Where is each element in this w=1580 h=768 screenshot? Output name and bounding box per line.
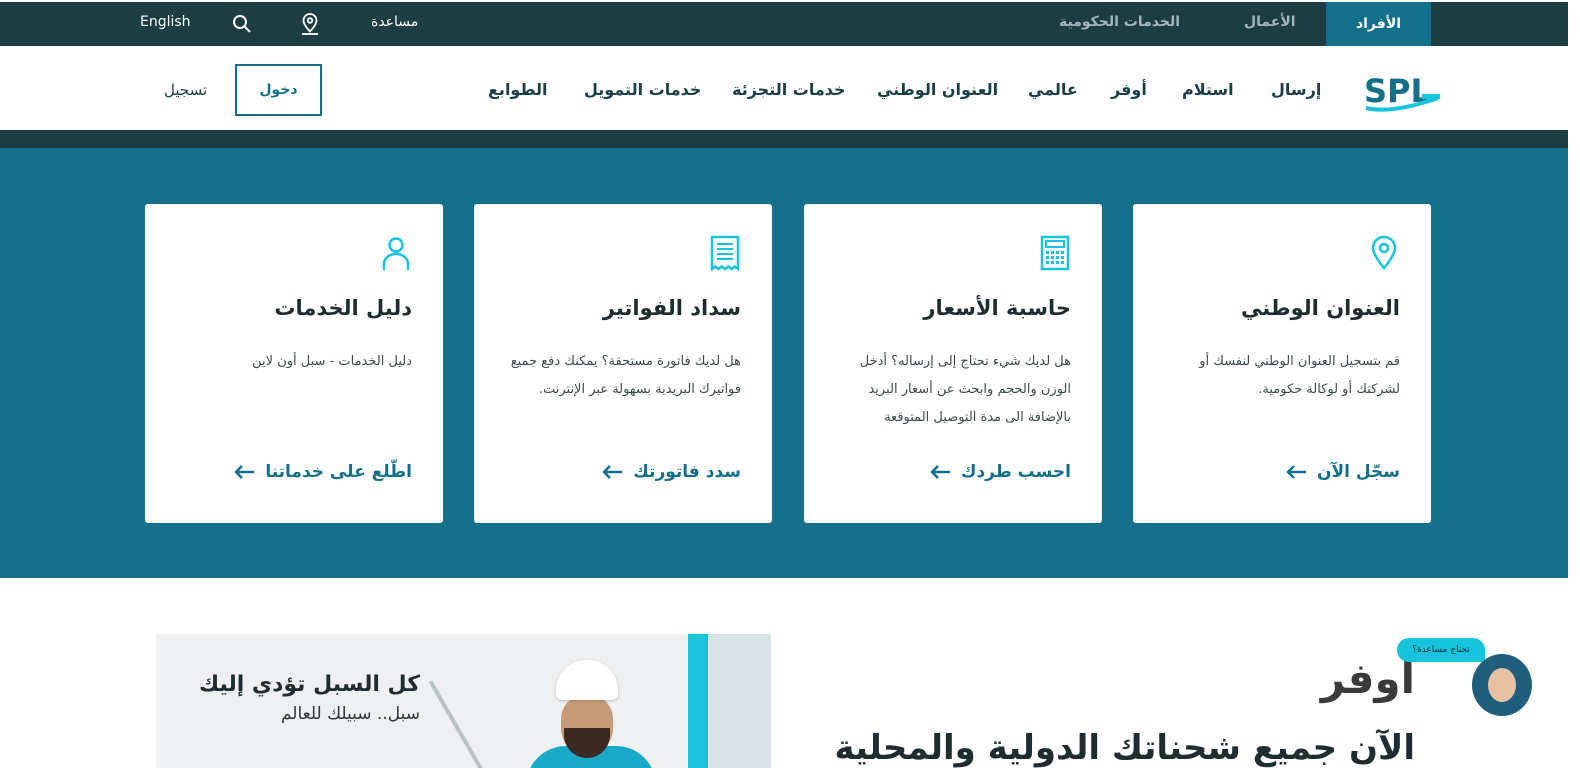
card-services-guide[interactable]: دليل الخدمات دليل الخدمات - سبل أون لاين… — [145, 204, 443, 523]
arrow-left-icon — [602, 465, 623, 479]
language-switch[interactable]: English — [140, 14, 191, 30]
card-link-label: سجّل الآن — [1316, 462, 1400, 482]
card-title: حاسبة الأسعار — [923, 296, 1071, 320]
calculate-parcel-link[interactable]: احسب طردك — [929, 462, 1071, 482]
card-description: هل لديك فاتورة مستحقة؟ يمكنك دفع جميع فو… — [510, 354, 741, 397]
top-utility-bar: الأفراد الأعمال الخدمات الحكومية مساعدة … — [0, 0, 1568, 46]
aufar-subtitle: الآن جميع شحناتك الدولية والمحلية — [834, 728, 1415, 768]
card-description: قم بتسجيل العنوان الوطني لنفسك أو لشركتك… — [1199, 354, 1400, 397]
help-link[interactable]: مساعدة — [371, 14, 418, 30]
location-pin-icon — [1371, 235, 1397, 270]
promo-banner[interactable]: كل السبل تؤدي إليك سبل.. سبيلك للعالم — [156, 634, 771, 768]
nav-aufar[interactable]: أوفر — [1111, 80, 1147, 99]
register-now-link[interactable]: سجّل الآن — [1285, 462, 1400, 482]
card-bill-payment[interactable]: سداد الفواتير هل لديك فاتورة مستحقة؟ يمك… — [474, 204, 772, 523]
view-services-link[interactable]: اطّلع على خدماتنا — [233, 462, 412, 482]
banner-accent-stripe — [688, 634, 708, 768]
card-link-label: احسب طردك — [960, 462, 1071, 482]
avatar-face — [1488, 668, 1516, 702]
card-price-calculator[interactable]: حاسبة الأسعار هل لديك شيء تحتاج إلى إرسا… — [804, 204, 1102, 523]
banner-subtitle: سبل.. سبيلك للعالم — [280, 704, 420, 724]
card-link-label: اطّلع على خدماتنا — [265, 462, 412, 482]
arrow-left-icon — [1286, 465, 1306, 479]
segment-government[interactable]: الخدمات الحكومية — [1059, 14, 1180, 30]
nav-global[interactable]: عالمي — [1028, 80, 1078, 99]
arrow-left-icon — [930, 465, 950, 479]
calculator-icon — [1040, 235, 1070, 271]
banner-stripe — [708, 634, 771, 768]
register-link[interactable]: تسجيل — [164, 81, 207, 99]
nav-retail-services[interactable]: خدمات التجزئة — [732, 80, 846, 99]
card-link-label: سدد فاتورتك — [633, 462, 741, 482]
spl-logo[interactable]: SPL — [1362, 68, 1442, 114]
card-title: دليل الخدمات — [274, 296, 412, 320]
banner-title: كل السبل تؤدي إليك — [199, 672, 420, 697]
card-title: سداد الفواتير — [602, 296, 741, 320]
card-title: العنوان الوطني — [1241, 296, 1400, 320]
main-navbar: SPL إرسال استلام أوفر عالمي العنوان الوط… — [0, 50, 1568, 130]
banner-background-detail — [428, 680, 488, 768]
card-description: دليل الخدمات - سبل أون لاين — [252, 354, 412, 369]
segment-individuals[interactable]: الأفراد — [1326, 2, 1431, 46]
help-assistant-avatar[interactable] — [1472, 654, 1532, 716]
pay-bill-link[interactable]: سدد فاتورتك — [601, 462, 741, 482]
help-chat-bubble[interactable]: تحتاج مساعدة؟ — [1397, 638, 1485, 662]
nav-finance-services[interactable]: خدمات التمويل — [584, 80, 701, 99]
receipt-icon — [710, 235, 740, 272]
search-icon[interactable] — [230, 12, 254, 36]
card-national-address[interactable]: العنوان الوطني قم بتسجيل العنوان الوطني … — [1133, 204, 1431, 523]
nav-send[interactable]: إرسال — [1271, 80, 1321, 99]
nav-national-address[interactable]: العنوان الوطني — [877, 80, 998, 99]
segment-business[interactable]: الأعمال — [1244, 14, 1296, 30]
aufar-title: اوفر — [1320, 654, 1415, 703]
person-icon — [382, 237, 410, 270]
banner-courier-cap — [556, 660, 618, 700]
nav-receive[interactable]: استلام — [1182, 80, 1234, 99]
location-pin-icon[interactable] — [298, 12, 322, 36]
arrow-left-icon — [234, 465, 255, 479]
card-description: هل لديك شيء تحتاج إلى إرساله؟ أدخل الوزن… — [859, 354, 1071, 425]
login-button[interactable]: دخول — [235, 64, 322, 116]
nav-stamps[interactable]: الطوابع — [488, 80, 548, 99]
hero-top-band — [0, 130, 1568, 148]
